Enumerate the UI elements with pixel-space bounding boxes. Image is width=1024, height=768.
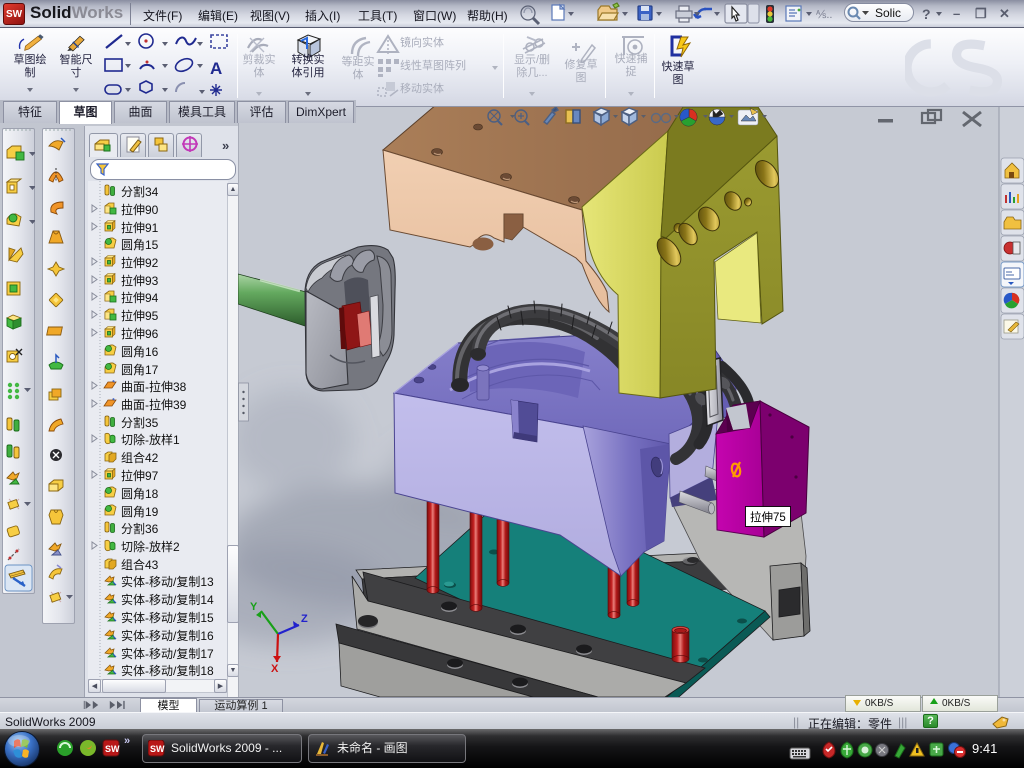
svg-text:SW: SW [150, 744, 165, 754]
svg-text:SW: SW [105, 744, 120, 754]
svg-text:A: A [210, 59, 222, 78]
svg-text:⅍..: ⅍.. [815, 9, 832, 21]
svg-text:拉伸75: 拉伸75 [750, 510, 786, 524]
svg-text:»: » [222, 138, 229, 153]
svg-text:Y: Y [250, 601, 258, 613]
svg-text:X: X [271, 663, 279, 675]
svg-text:Z: Z [301, 613, 308, 625]
